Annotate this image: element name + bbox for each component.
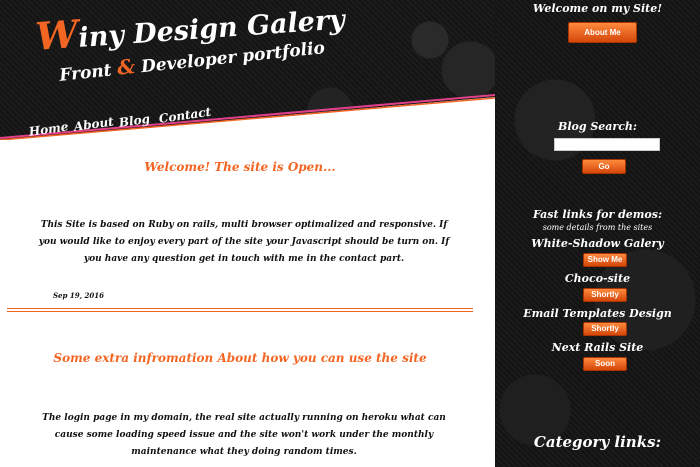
fast-links-heading: Fast links for demos: [532,208,663,221]
demo-shortly-button[interactable]: Shortly [583,288,627,302]
post-title[interactable]: Some extra infromation About how you can… [0,351,480,365]
nav-home[interactable]: Home [28,119,69,138]
nav-about[interactable]: About [73,114,115,133]
post-title[interactable]: Welcome! The site is Open... [0,160,480,174]
about-me-button[interactable]: About Me [568,22,637,43]
demo-show-me-button[interactable]: Show Me [583,253,627,267]
search-go-button[interactable]: Go [582,159,626,174]
category-links-heading: Category links: [533,433,662,451]
site-header: Winy Design Galery Front & Developer por… [0,0,495,140]
post-body: This Site is based on Ruby on rails, mul… [38,220,450,264]
nav-blog[interactable]: Blog [118,112,151,130]
demo-name: Choco-site [564,272,631,285]
post-date: Sep 19, 2016 [53,291,104,300]
demo-name: White-Shadow Galery [531,237,664,250]
demo-soon-button[interactable]: Soon [583,357,627,371]
nav-contact[interactable]: Contact [158,105,212,126]
fast-links-subheading: some details from the sites [542,223,653,232]
demo-name: Next Rails Site [551,341,644,354]
post-body: The login page in my domain, the real si… [42,413,446,457]
blog-search-input[interactable] [554,138,660,151]
blog-search-heading: Blog Search: [558,120,637,133]
demo-shortly-button[interactable]: Shortly [583,322,627,336]
main-content: Welcome! The site is Open... This Site i… [0,140,495,467]
post-divider [7,308,473,312]
sidebar: Welcome on my Site! About Me Blog Search… [495,0,700,467]
demo-name: Email Templates Design [523,307,672,320]
main-nav: Home About Blog Contact [0,0,495,140]
welcome-heading: Welcome on my Site! [532,2,663,15]
